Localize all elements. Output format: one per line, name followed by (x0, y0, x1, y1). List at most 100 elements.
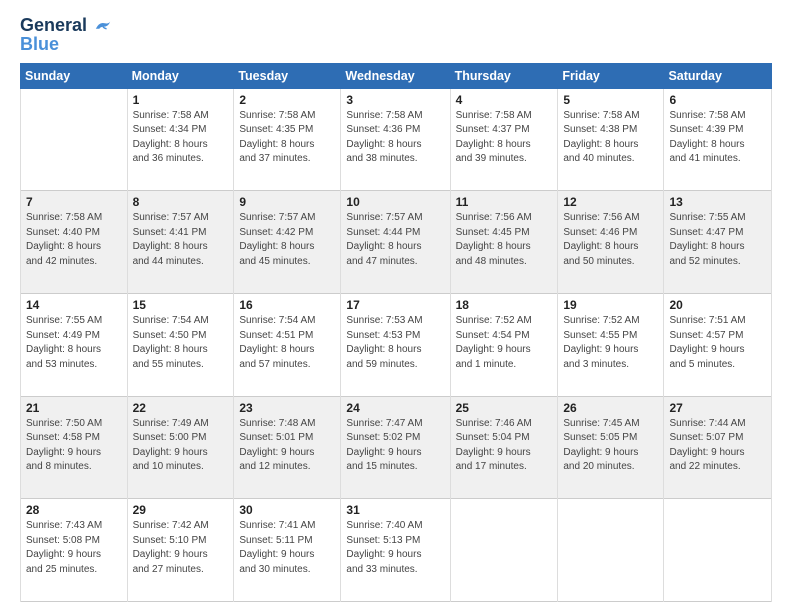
day-cell: 27 Sunrise: 7:44 AMSunset: 5:07 PMDayligh… (664, 396, 772, 499)
day-number: 13 (669, 195, 766, 209)
day-number: 28 (26, 503, 122, 517)
day-number: 26 (563, 401, 658, 415)
day-cell: 19Sunrise: 7:52 AMSunset: 4:55 PMDayligh… (558, 294, 664, 397)
day-number: 18 (456, 298, 553, 312)
day-number: 4 (456, 93, 553, 107)
weekday-monday: Monday (127, 63, 234, 88)
day-info: Sunrise: 7:54 AMSunset: 4:51 PMDaylight:… (239, 314, 335, 372)
day-number: 20 (669, 298, 766, 312)
page: General Blue SundayMondayTuesdayWednesda… (0, 0, 792, 612)
day-info: Sunrise: 7:48 AMSunset: 5:01 PMDaylight:… (239, 417, 335, 475)
day-number: 5 (563, 93, 658, 107)
logo: General Blue (20, 16, 112, 55)
day-info: Sunrise: 7:58 AMSunset: 4:35 PMDaylight:… (239, 109, 335, 167)
day-number: 9 (239, 195, 335, 209)
day-number: 27 (669, 401, 766, 415)
day-info: Sunrise: 7:55 AMSunset: 4:47 PMDaylight:… (669, 211, 766, 269)
week-row-4: 21 Sunrise: 7:50 AMSunset: 4:58 PMDayligh… (21, 396, 772, 499)
day-cell: 31 Sunrise: 7:40 AMSunset: 5:13 PMDayligh… (341, 499, 450, 602)
day-cell: 23Sunrise: 7:48 AMSunset: 5:01 PMDayligh… (234, 396, 341, 499)
day-info: Sunrise: 7:51 AMSunset: 4:57 PMDaylight:… (669, 314, 766, 372)
day-info: Sunrise: 7:42 AMSunset: 5:10 PMDaylight:… (133, 519, 229, 577)
day-number: 17 (346, 298, 444, 312)
week-row-5: 28 Sunrise: 7:43 AMSunset: 5:08 PMDayligh… (21, 499, 772, 602)
day-number: 16 (239, 298, 335, 312)
day-cell: 30 Sunrise: 7:41 AMSunset: 5:11 PMDayligh… (234, 499, 341, 602)
weekday-tuesday: Tuesday (234, 63, 341, 88)
day-info: Sunrise: 7:55 AMSunset: 4:49 PMDaylight:… (26, 314, 122, 372)
day-cell: 20 Sunrise: 7:51 AMSunset: 4:57 PMDayligh… (664, 294, 772, 397)
day-number: 22 (133, 401, 229, 415)
day-cell: 24Sunrise: 7:47 AMSunset: 5:02 PMDayligh… (341, 396, 450, 499)
week-row-3: 14 Sunrise: 7:55 AMSunset: 4:49 PMDayligh… (21, 294, 772, 397)
day-number: 19 (563, 298, 658, 312)
day-info: Sunrise: 7:58 AMSunset: 4:39 PMDaylight:… (669, 109, 766, 167)
day-info: Sunrise: 7:58 AMSunset: 4:40 PMDaylight:… (26, 211, 122, 269)
day-info: Sunrise: 7:58 AMSunset: 4:38 PMDaylight:… (563, 109, 658, 167)
day-cell: 7 Sunrise: 7:58 AMSunset: 4:40 PMDaylight… (21, 191, 128, 294)
weekday-header-row: SundayMondayTuesdayWednesdayThursdayFrid… (21, 63, 772, 88)
day-cell (664, 499, 772, 602)
day-cell: 8Sunrise: 7:57 AMSunset: 4:41 PMDaylight… (127, 191, 234, 294)
day-info: Sunrise: 7:47 AMSunset: 5:02 PMDaylight:… (346, 417, 444, 475)
day-info: Sunrise: 7:40 AMSunset: 5:13 PMDaylight:… (346, 519, 444, 577)
day-cell: 3Sunrise: 7:58 AMSunset: 4:36 PMDaylight… (341, 88, 450, 191)
day-number: 1 (133, 93, 229, 107)
day-info: Sunrise: 7:57 AMSunset: 4:42 PMDaylight:… (239, 211, 335, 269)
day-number: 11 (456, 195, 553, 209)
day-cell: 16 Sunrise: 7:54 AMSunset: 4:51 PMDayligh… (234, 294, 341, 397)
day-number: 3 (346, 93, 444, 107)
day-info: Sunrise: 7:45 AMSunset: 5:05 PMDaylight:… (563, 417, 658, 475)
day-info: Sunrise: 7:41 AMSunset: 5:11 PMDaylight:… (239, 519, 335, 577)
day-number: 14 (26, 298, 122, 312)
day-cell: 6Sunrise: 7:58 AMSunset: 4:39 PMDaylight… (664, 88, 772, 191)
day-number: 7 (26, 195, 122, 209)
day-cell: 1 Sunrise: 7:58 AMSunset: 4:34 PMDaylight… (127, 88, 234, 191)
day-number: 2 (239, 93, 335, 107)
day-info: Sunrise: 7:50 AMSunset: 4:58 PMDaylight:… (26, 417, 122, 475)
header: General Blue (20, 16, 772, 55)
day-info: Sunrise: 7:56 AMSunset: 4:45 PMDaylight:… (456, 211, 553, 269)
day-cell (450, 499, 558, 602)
day-number: 10 (346, 195, 444, 209)
weekday-saturday: Saturday (664, 63, 772, 88)
day-info: Sunrise: 7:53 AMSunset: 4:53 PMDaylight:… (346, 314, 444, 372)
logo-blue: Blue (20, 34, 59, 55)
day-number: 31 (346, 503, 444, 517)
day-number: 29 (133, 503, 229, 517)
day-info: Sunrise: 7:46 AMSunset: 5:04 PMDaylight:… (456, 417, 553, 475)
calendar-table: SundayMondayTuesdayWednesdayThursdayFrid… (20, 63, 772, 602)
day-cell: 5 Sunrise: 7:58 AMSunset: 4:38 PMDaylight… (558, 88, 664, 191)
day-cell: 14 Sunrise: 7:55 AMSunset: 4:49 PMDayligh… (21, 294, 128, 397)
day-info: Sunrise: 7:57 AMSunset: 4:44 PMDaylight:… (346, 211, 444, 269)
day-cell: 13 Sunrise: 7:55 AMSunset: 4:47 PMDayligh… (664, 191, 772, 294)
day-cell: 9 Sunrise: 7:57 AMSunset: 4:42 PMDaylight… (234, 191, 341, 294)
day-cell: 22 Sunrise: 7:49 AMSunset: 5:00 PMDayligh… (127, 396, 234, 499)
day-info: Sunrise: 7:58 AMSunset: 4:34 PMDaylight:… (133, 109, 229, 167)
day-info: Sunrise: 7:52 AMSunset: 4:54 PMDaylight:… (456, 314, 553, 372)
day-cell: 10 Sunrise: 7:57 AMSunset: 4:44 PMDayligh… (341, 191, 450, 294)
day-cell: 15Sunrise: 7:54 AMSunset: 4:50 PMDayligh… (127, 294, 234, 397)
logo-bird-icon (94, 19, 112, 33)
day-info: Sunrise: 7:43 AMSunset: 5:08 PMDaylight:… (26, 519, 122, 577)
day-number: 30 (239, 503, 335, 517)
weekday-wednesday: Wednesday (341, 63, 450, 88)
day-cell: 25 Sunrise: 7:46 AMSunset: 5:04 PMDayligh… (450, 396, 558, 499)
week-row-1: 1 Sunrise: 7:58 AMSunset: 4:34 PMDaylight… (21, 88, 772, 191)
day-cell (558, 499, 664, 602)
day-cell: 26 Sunrise: 7:45 AMSunset: 5:05 PMDayligh… (558, 396, 664, 499)
day-number: 15 (133, 298, 229, 312)
day-cell: 28 Sunrise: 7:43 AMSunset: 5:08 PMDayligh… (21, 499, 128, 602)
day-cell: 17 Sunrise: 7:53 AMSunset: 4:53 PMDayligh… (341, 294, 450, 397)
day-number: 25 (456, 401, 553, 415)
day-cell: 11 Sunrise: 7:56 AMSunset: 4:45 PMDayligh… (450, 191, 558, 294)
day-number: 21 (26, 401, 122, 415)
weekday-thursday: Thursday (450, 63, 558, 88)
day-info: Sunrise: 7:49 AMSunset: 5:00 PMDaylight:… (133, 417, 229, 475)
weekday-sunday: Sunday (21, 63, 128, 88)
day-cell: 18 Sunrise: 7:52 AMSunset: 4:54 PMDayligh… (450, 294, 558, 397)
day-cell: 4 Sunrise: 7:58 AMSunset: 4:37 PMDaylight… (450, 88, 558, 191)
day-info: Sunrise: 7:58 AMSunset: 4:37 PMDaylight:… (456, 109, 553, 167)
day-cell: 21 Sunrise: 7:50 AMSunset: 4:58 PMDayligh… (21, 396, 128, 499)
day-info: Sunrise: 7:44 AMSunset: 5:07 PMDaylight:… (669, 417, 766, 475)
